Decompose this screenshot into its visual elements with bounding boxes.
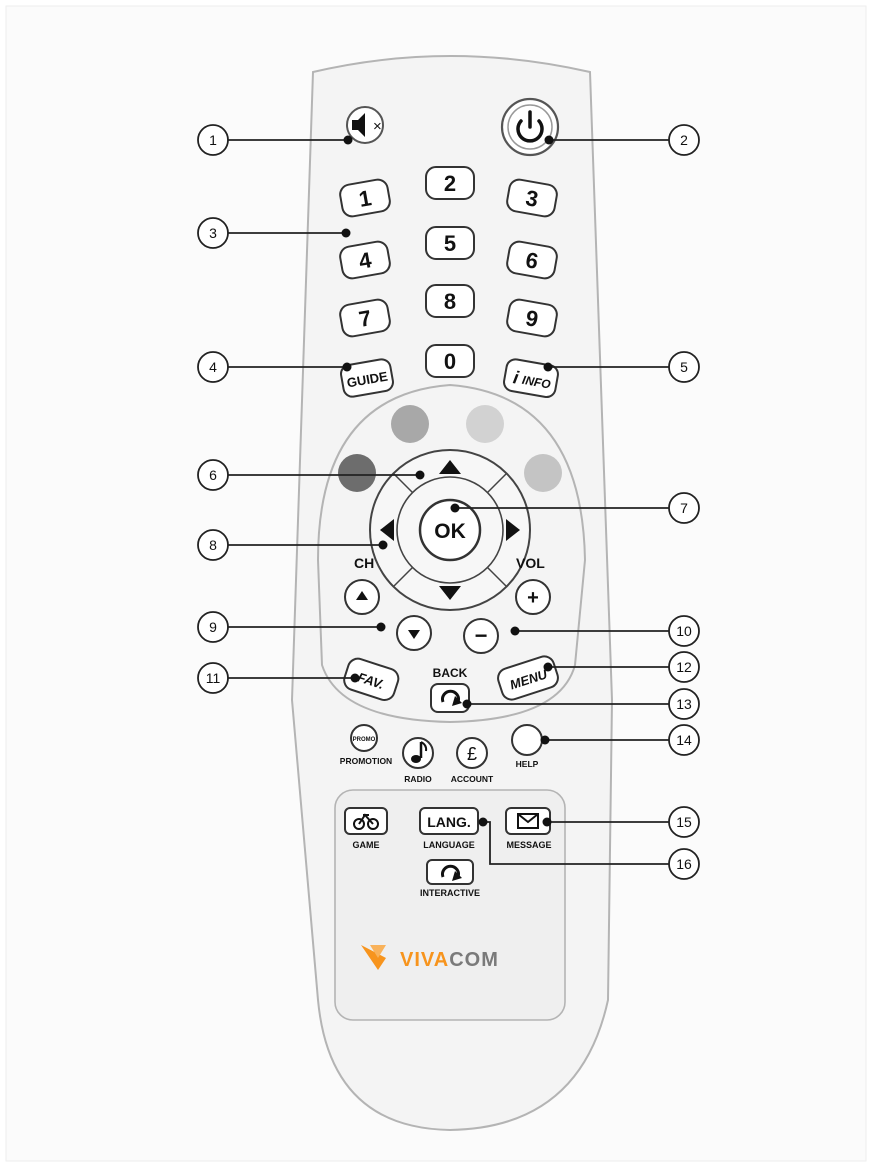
leader-dot xyxy=(542,817,552,827)
mute-button[interactable]: × xyxy=(346,106,384,144)
callout-number: 10 xyxy=(676,623,692,639)
leader-dot xyxy=(415,470,425,480)
ok-label: OK xyxy=(434,520,466,543)
leader-dot xyxy=(510,626,520,636)
interactive-button[interactable] xyxy=(426,859,474,885)
account-symbol: £ xyxy=(467,744,477,764)
leader-dot xyxy=(378,540,388,550)
vol-label: VOL xyxy=(516,555,545,571)
vol-down-button[interactable]: − xyxy=(463,618,499,654)
callout-number: 6 xyxy=(209,467,217,483)
back-label: BACK xyxy=(433,666,468,680)
back-button[interactable] xyxy=(430,683,470,713)
digit-label: 8 xyxy=(444,289,456,314)
mute-x: × xyxy=(373,118,382,135)
ch-label: CH xyxy=(354,555,374,571)
leader-dot xyxy=(343,135,353,145)
leader-dot xyxy=(544,135,554,145)
promo-label: PROMO xyxy=(353,737,376,743)
promotion-button[interactable]: PROMO xyxy=(350,724,378,752)
leader-dot xyxy=(341,228,351,238)
callout-number: 11 xyxy=(206,670,221,686)
callout-number: 2 xyxy=(680,132,688,148)
digit-label: 5 xyxy=(444,231,456,256)
callout-number: 9 xyxy=(209,619,217,635)
ch-down-button[interactable] xyxy=(396,615,432,651)
callout-number: 13 xyxy=(676,696,692,712)
radio-label: RADIO xyxy=(404,774,432,784)
message-label: MESSAGE xyxy=(506,840,551,850)
callout-number: 16 xyxy=(676,856,692,872)
brand-prefix: VIVA xyxy=(400,949,449,971)
digit-5-button[interactable]: 5 xyxy=(425,226,475,260)
leader-dot xyxy=(462,699,472,709)
leader-dot xyxy=(543,662,553,672)
color-key-blue[interactable] xyxy=(524,454,562,492)
digit-2-button[interactable]: 2 xyxy=(425,166,475,200)
dpad: OK xyxy=(369,449,531,611)
power-button[interactable] xyxy=(500,97,560,157)
help-button[interactable] xyxy=(511,724,543,756)
radio-button[interactable] xyxy=(402,737,434,769)
leader-dot xyxy=(342,362,352,372)
vol-up-button[interactable]: + xyxy=(515,579,551,615)
leader-dot xyxy=(350,673,360,683)
vol-minus-label: − xyxy=(475,623,488,648)
color-key-red[interactable] xyxy=(338,454,376,492)
digit-label: 0 xyxy=(444,349,456,374)
envelope-icon xyxy=(517,813,539,829)
vol-plus-label: + xyxy=(527,587,539,609)
color-key-green[interactable] xyxy=(391,405,429,443)
callout-number: 14 xyxy=(676,732,692,748)
account-label: ACCOUNT xyxy=(451,774,494,784)
callout-number: 15 xyxy=(676,814,692,830)
language-label: LANGUAGE xyxy=(423,840,475,850)
color-key-yellow[interactable] xyxy=(466,405,504,443)
leader-dot xyxy=(540,735,550,745)
callout-number: 8 xyxy=(209,537,217,553)
account-button[interactable]: £ xyxy=(456,737,488,769)
leader-dot xyxy=(543,362,553,372)
remote-diagram: × 1234567890 GUIDE i INFO OK CH VOL + − … xyxy=(5,5,867,1162)
leader-dot xyxy=(376,622,386,632)
lang-button[interactable]: LANG. xyxy=(419,807,479,835)
lang-label: LANG. xyxy=(427,814,471,830)
callout-number: 12 xyxy=(676,659,692,675)
ok-button[interactable]: OK xyxy=(418,498,482,562)
digit-8-button[interactable]: 8 xyxy=(425,284,475,318)
brand-suffix: COM xyxy=(449,949,499,971)
leader-dot xyxy=(478,817,488,827)
game-label: GAME xyxy=(353,840,380,850)
ch-up-button[interactable] xyxy=(344,579,380,615)
help-label: HELP xyxy=(516,759,539,769)
game-button[interactable] xyxy=(344,807,388,835)
callout-number: 1 xyxy=(209,132,217,148)
digit-0-button[interactable]: 0 xyxy=(425,344,475,378)
digit-label: 2 xyxy=(444,171,456,196)
interactive-label: INTERACTIVE xyxy=(420,888,480,898)
callout-number: 7 xyxy=(680,500,688,516)
leader-dot xyxy=(450,503,460,513)
callout-number: 5 xyxy=(680,359,688,375)
promotion-label: PROMOTION xyxy=(340,756,392,766)
svg-text:VIVACOM: VIVACOM xyxy=(400,949,499,971)
callout-number: 4 xyxy=(209,359,217,375)
callout-number: 3 xyxy=(209,225,217,241)
